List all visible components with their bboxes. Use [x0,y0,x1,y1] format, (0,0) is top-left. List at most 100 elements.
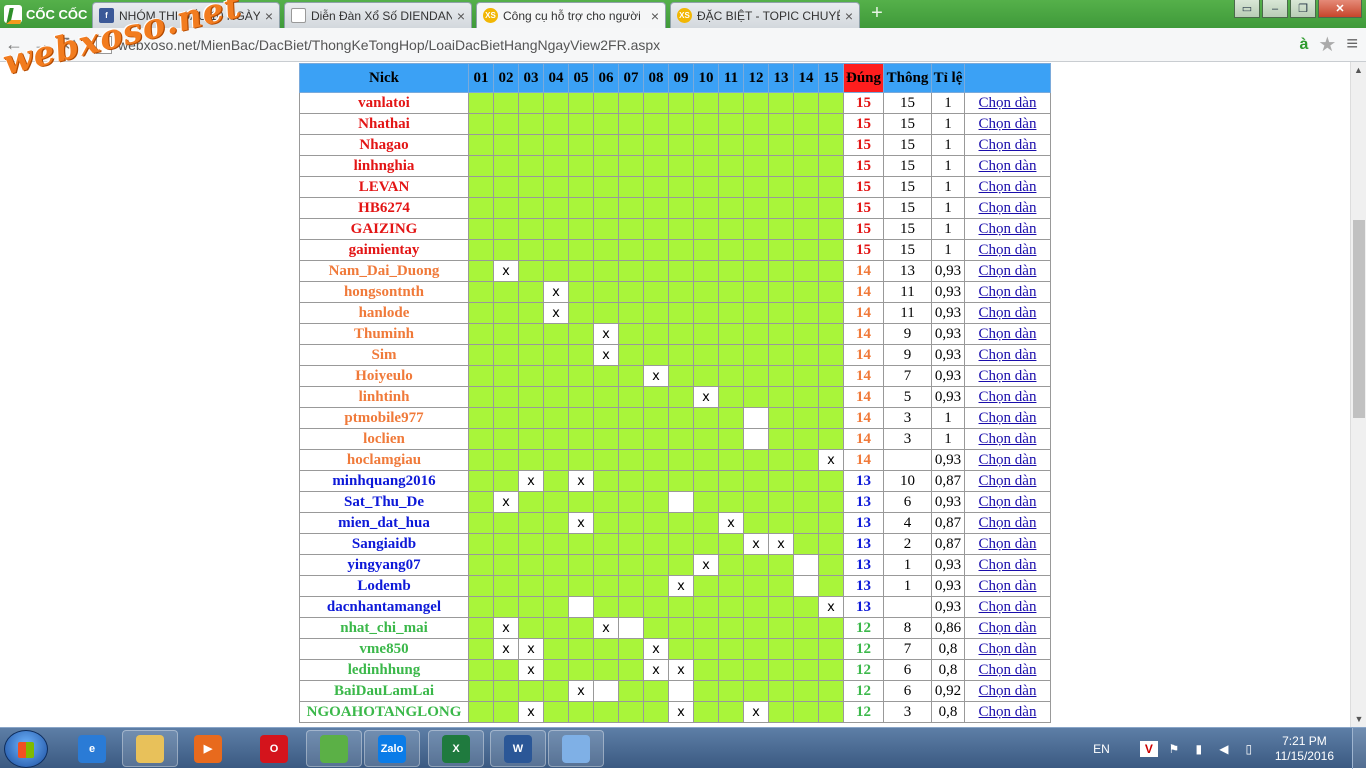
table-row: HB6274 15 15 1 Chọn dàn [299,197,1051,219]
scroll-down-icon[interactable]: ▼ [1351,711,1366,727]
hit-day-cell [718,155,744,177]
chon-dan-link[interactable]: Chọn dàn [979,200,1037,216]
hit-day-cell [693,701,719,723]
hit-day-cell [668,113,694,135]
chon-dan-link[interactable]: Chọn dàn [979,305,1037,321]
close-window-icon[interactable]: ✕ [1318,0,1362,18]
show-desktop-button[interactable] [1352,728,1366,769]
translate-icon[interactable]: à [1299,36,1308,54]
hit-day-cell [718,365,744,387]
chon-dan-link[interactable]: Chọn dàn [979,116,1037,132]
chon-dan-link[interactable]: Chọn dàn [979,326,1037,342]
hit-day-cell [468,638,494,660]
close-tab-icon[interactable]: × [265,8,273,24]
clock[interactable]: 7:21 PM 11/15/2016 [1275,734,1334,764]
address-bar[interactable]: webxoso.net/MienBac/DacBiet/ThongKeTongH… [96,32,1336,58]
taskbar-app-button[interactable]: O [246,730,302,767]
chon-dan-link[interactable]: Chọn dàn [979,473,1037,489]
chon-dan-link[interactable]: Chọn dàn [979,578,1037,594]
tile-cell: 0,87 [931,470,965,492]
language-indicator[interactable]: EN [1093,742,1110,756]
vertical-scrollbar[interactable]: ▲ ▼ [1350,62,1366,727]
hit-day-cell [693,239,719,261]
chon-dan-link[interactable]: Chọn dàn [979,515,1037,531]
hit-day-cell [718,470,744,492]
taskbar-app-button[interactable] [306,730,362,767]
scroll-thumb[interactable] [1353,220,1365,418]
hit-day-cell [618,134,644,156]
taskbar-app-button[interactable]: X [428,730,484,767]
miss-mark-cell: x [818,449,844,471]
hit-day-cell [818,533,844,555]
chon-dan-link[interactable]: Chọn dàn [979,662,1037,678]
action-cell: Chọn dàn [964,659,1051,681]
thong-cell: 8 [883,617,932,639]
hit-day-cell [743,512,769,534]
hit-day-cell [818,575,844,597]
chon-dan-link[interactable]: Chọn dàn [979,683,1037,699]
hit-day-cell [618,470,644,492]
miss-mark-cell: x [693,554,719,576]
chon-dan-link[interactable]: Chọn dàn [979,158,1037,174]
chon-dan-link[interactable]: Chọn dàn [979,452,1037,468]
close-tab-icon[interactable]: × [651,8,659,24]
chon-dan-link[interactable]: Chọn dàn [979,242,1037,258]
menu-icon[interactable]: ≡ [1346,33,1358,56]
minimize-icon[interactable]: – [1262,0,1288,18]
chon-dan-link[interactable]: Chọn dàn [979,368,1037,384]
chon-dan-link[interactable]: Chọn dàn [979,536,1037,552]
maximize-icon[interactable]: ❐ [1290,0,1316,18]
chon-dan-link[interactable]: Chọn dàn [979,221,1037,237]
blank-day-cell [793,554,819,576]
hit-day-cell [618,302,644,324]
close-tab-icon[interactable]: × [845,8,853,24]
taskbar-app-button[interactable]: W [490,730,546,767]
chon-dan-link[interactable]: Chọn dàn [979,620,1037,636]
chon-dan-link[interactable]: Chọn dàn [979,263,1037,279]
tab-diendan[interactable]: Diễn Đàn Xổ Số DIENDAN × [284,2,472,28]
antivirus-icon[interactable]: V [1139,740,1158,757]
hit-day-cell [468,596,494,618]
chon-dan-link[interactable]: Chọn dàn [979,179,1037,195]
tab-cong-cu[interactable]: XS Công cụ hỗ trợ cho người × [476,2,666,28]
stats-body: vanlatoi 15 15 1 Chọn dàn Nhathai 15 15 1 Chọn dà… [299,92,1051,723]
taskbar-app-button[interactable]: Zalo [364,730,420,767]
header-nick: Nick [299,63,469,93]
start-button[interactable] [4,730,48,768]
coccoc-logo[interactable]: CỐC CỐC [0,0,90,28]
taskbar-app-button[interactable] [122,730,178,767]
chon-dan-link[interactable]: Chọn dàn [979,347,1037,363]
close-tab-icon[interactable]: × [457,8,465,24]
hit-day-cell [643,428,669,450]
tab-dac-biet[interactable]: XS ĐẶC BIỆT - TOPIC CHUYÊN × [670,2,860,28]
chon-dan-link[interactable]: Chọn dàn [979,557,1037,573]
flag-icon[interactable]: ⚑ [1165,741,1183,757]
hit-day-cell [668,554,694,576]
chon-dan-link[interactable]: Chọn dàn [979,284,1037,300]
restore-icon[interactable]: ▭ [1234,0,1260,18]
battery-icon[interactable]: ▯ [1240,741,1258,757]
taskbar-app-button[interactable]: e [64,730,120,767]
hit-day-cell [493,302,519,324]
scroll-up-icon[interactable]: ▲ [1351,62,1366,78]
chon-dan-link[interactable]: Chọn dàn [979,494,1037,510]
new-tab-button[interactable]: + [866,3,888,24]
chon-dan-link[interactable]: Chọn dàn [979,410,1037,426]
chon-dan-link[interactable]: Chọn dàn [979,137,1037,153]
network-icon[interactable]: ▮ [1190,741,1208,757]
taskbar-app-button[interactable]: ▶ [180,730,236,767]
chon-dan-link[interactable]: Chọn dàn [979,431,1037,447]
chon-dan-link[interactable]: Chọn dàn [979,95,1037,111]
chon-dan-link[interactable]: Chọn dàn [979,599,1037,615]
chon-dan-link[interactable]: Chọn dàn [979,704,1037,720]
chon-dan-link[interactable]: Chọn dàn [979,641,1037,657]
taskbar-app-button[interactable] [548,730,604,767]
hit-day-cell [468,197,494,219]
chon-dan-link[interactable]: Chọn dàn [979,389,1037,405]
thong-cell: 15 [883,176,932,198]
hit-day-cell [618,407,644,429]
table-row: Sangiaidb x x 13 2 0,87 Chọn dàn [299,533,1051,555]
bookmark-star-icon[interactable]: ★ [1318,32,1336,57]
hit-day-cell [543,596,569,618]
volume-icon[interactable]: ◀ [1215,741,1233,757]
